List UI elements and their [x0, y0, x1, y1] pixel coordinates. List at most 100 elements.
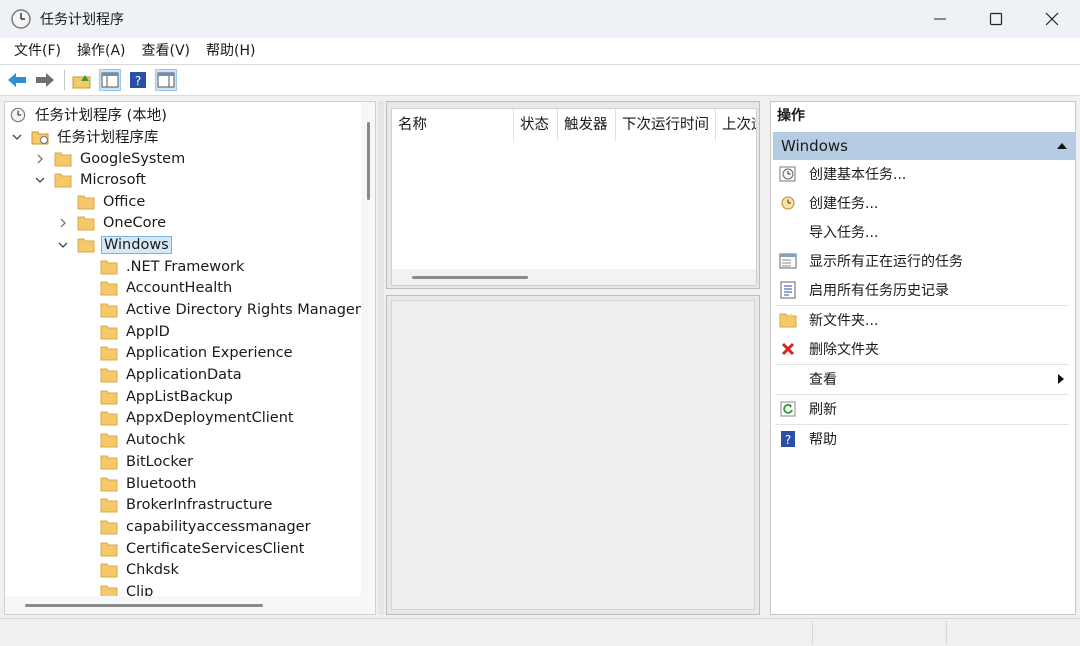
collapse-up-icon[interactable]	[1057, 142, 1067, 150]
menu-action[interactable]: 操作(A)	[69, 38, 134, 64]
tree-item-subfolder[interactable]: AppxDeploymentClient	[100, 408, 296, 429]
tree-item-subfolder[interactable]: BitLocker	[100, 451, 195, 472]
scrollbar-thumb[interactable]	[367, 122, 370, 200]
tree-label: BitLocker	[126, 453, 194, 470]
action-pane-toggle-button[interactable]	[155, 69, 177, 91]
action-refresh[interactable]: 刷新	[773, 395, 1071, 423]
action-label: 帮助	[809, 432, 837, 448]
close-icon	[1045, 12, 1059, 26]
close-button[interactable]	[1024, 0, 1080, 38]
action-view[interactable]: 查看	[773, 365, 1071, 393]
column-header-name[interactable]: 名称	[392, 109, 514, 141]
tree-item-onecore[interactable]: OneCore	[57, 212, 168, 233]
pane-splitter[interactable]	[378, 101, 384, 615]
chevron-right-icon[interactable]	[34, 153, 46, 165]
console-tree-toggle-button[interactable]	[99, 69, 121, 91]
tree-item-subfolder[interactable]: Autochk	[100, 430, 187, 451]
tree-horizontal-scrollbar[interactable]	[5, 596, 361, 614]
task-list-pane: 名称 状态 触发器 下次运行时间 上次运行时间	[386, 101, 760, 289]
create-basic-task-icon	[779, 165, 797, 183]
up-folder-button[interactable]	[71, 69, 93, 91]
help-icon: ?	[130, 72, 146, 88]
toolbar: ?	[0, 64, 1080, 96]
action-display-running-tasks[interactable]: 显示所有正在运行的任务	[773, 247, 1071, 275]
maximize-button[interactable]	[968, 0, 1024, 38]
tree-label: GoogleSystem	[80, 150, 186, 167]
menu-help[interactable]: 帮助(H)	[198, 38, 263, 64]
folder-icon	[100, 346, 118, 361]
tree-item-library[interactable]: 任务计划程序库	[11, 126, 161, 147]
chevron-down-icon[interactable]	[34, 174, 46, 186]
task-library-folder-icon	[31, 131, 49, 144]
tree-item-root[interactable]: 任务计划程序 (本地)	[9, 104, 169, 125]
tree-item-subfolder[interactable]: AppID	[100, 321, 172, 342]
column-header-next-run[interactable]: 下次运行时间	[616, 109, 716, 141]
scrollbar-thumb[interactable]	[25, 604, 263, 607]
chevron-right-icon[interactable]	[57, 217, 69, 229]
action-label: 新文件夹...	[809, 313, 879, 329]
column-header-status[interactable]: 状态	[514, 109, 558, 141]
column-header-last-run[interactable]: 上次运行时间	[716, 109, 756, 141]
tree-item-subfolder[interactable]: Chkdsk	[100, 560, 181, 581]
tree-label: Bluetooth	[126, 475, 197, 492]
action-delete-folder[interactable]: 删除文件夹	[773, 335, 1071, 363]
task-scheduler-clock-icon	[10, 107, 26, 122]
action-label: 查看	[809, 372, 837, 388]
action-enable-history[interactable]: 启用所有任务历史记录	[773, 276, 1071, 304]
folder-icon	[54, 152, 72, 166]
tree-item-subfolder[interactable]: Application Experience	[100, 343, 295, 364]
back-arrow-icon	[8, 73, 26, 87]
tree-item-subfolder[interactable]: AppListBackup	[100, 386, 235, 407]
tree-item-subfolder[interactable]: ApplicationData	[100, 365, 244, 386]
action-create-basic-task[interactable]: 创建基本任务...	[773, 160, 1071, 188]
tree-label: Application Experience	[126, 345, 293, 362]
tree-item-googlesystem[interactable]: GoogleSystem	[34, 148, 187, 169]
tree-label: Chkdsk	[126, 562, 179, 579]
folder-icon	[77, 216, 95, 230]
status-divider	[946, 621, 947, 645]
folder-icon	[100, 260, 118, 274]
action-label: 创建任务...	[809, 196, 879, 212]
tree-item-subfolder[interactable]: .NET Framework	[100, 256, 246, 277]
tree-item-microsoft[interactable]: Microsoft	[34, 169, 148, 190]
help-toolbar-button[interactable]: ?	[127, 69, 149, 91]
back-button[interactable]	[6, 69, 28, 91]
tree-item-subfolder[interactable]: BrokerInfrastructure	[100, 495, 274, 516]
action-create-task[interactable]: 创建任务...	[773, 189, 1071, 217]
tree-label: Office	[103, 193, 146, 210]
chevron-down-icon[interactable]	[11, 131, 23, 143]
tree-item-subfolder[interactable]: Bluetooth	[100, 473, 198, 494]
tree-item-subfolder[interactable]: CertificateServicesClient	[100, 538, 306, 559]
action-help[interactable]: ? 帮助	[773, 425, 1071, 453]
tree-item-subfolder[interactable]: Active Directory Rights Management Servi…	[100, 299, 375, 320]
tree-label: CertificateServicesClient	[126, 540, 305, 557]
folder-icon	[100, 390, 118, 405]
task-history-icon	[779, 281, 797, 299]
column-header-triggers[interactable]: 触发器	[558, 109, 616, 141]
minimize-icon	[934, 18, 946, 20]
menu-file[interactable]: 文件(F)	[6, 38, 69, 64]
minimize-button[interactable]	[912, 0, 968, 38]
console-tree[interactable]: 任务计划程序 (本地) 任务计划程序库 GoogleSystem Microso…	[4, 101, 376, 615]
list-horizontal-scrollbar[interactable]	[392, 269, 756, 285]
task-list-header: 名称 状态 触发器 下次运行时间 上次运行时间	[392, 109, 756, 141]
action-label: 创建基本任务...	[809, 167, 907, 183]
scrollbar-thumb[interactable]	[412, 276, 528, 279]
forward-button[interactable]	[34, 69, 56, 91]
tree-vertical-scrollbar[interactable]	[361, 102, 375, 614]
folder-icon	[100, 563, 118, 578]
tree-item-subfolder[interactable]: capabilityaccessmanager	[100, 516, 313, 537]
actions-section-header[interactable]: Windows	[773, 132, 1075, 160]
tree-item-office[interactable]: Office	[77, 191, 147, 212]
action-import-task[interactable]: 导入任务...	[773, 218, 1071, 246]
tree-item-subfolder[interactable]: AccountHealth	[100, 278, 234, 299]
tree-label: Microsoft	[80, 171, 146, 188]
svg-text:?: ?	[135, 74, 141, 88]
chevron-down-icon[interactable]	[57, 239, 69, 251]
action-new-folder[interactable]: 新文件夹...	[773, 306, 1071, 334]
tree-item-windows[interactable]: Windows	[57, 234, 172, 255]
status-divider	[812, 621, 813, 645]
menu-view[interactable]: 查看(V)	[134, 38, 199, 64]
folder-icon	[100, 368, 118, 383]
task-list[interactable]: 名称 状态 触发器 下次运行时间 上次运行时间	[391, 108, 757, 286]
